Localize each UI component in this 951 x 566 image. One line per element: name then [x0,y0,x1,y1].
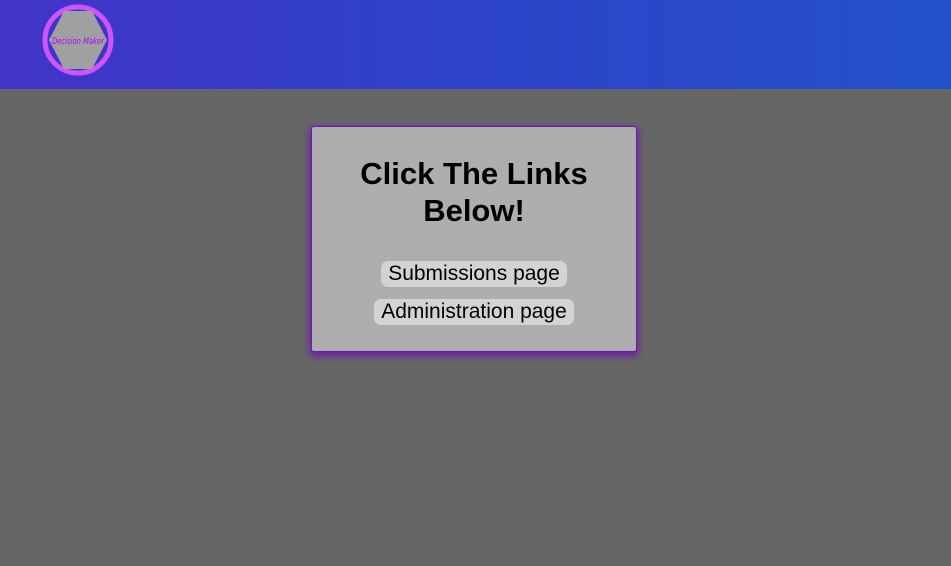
submissions-page-link[interactable]: Submissions page [381,261,567,287]
logo-text: Decision Maker [52,37,105,47]
logo[interactable]: Decision Maker [42,2,114,78]
logo-hexagon-icon: Decision Maker [42,4,114,76]
top-header: Decision Maker [0,0,951,89]
links-list: Submissions page Administration page [312,261,636,337]
links-card: Click The Links Below! Submissions page … [311,126,637,352]
card-title: Click The Links Below! [360,156,588,228]
administration-page-link[interactable]: Administration page [374,299,574,325]
